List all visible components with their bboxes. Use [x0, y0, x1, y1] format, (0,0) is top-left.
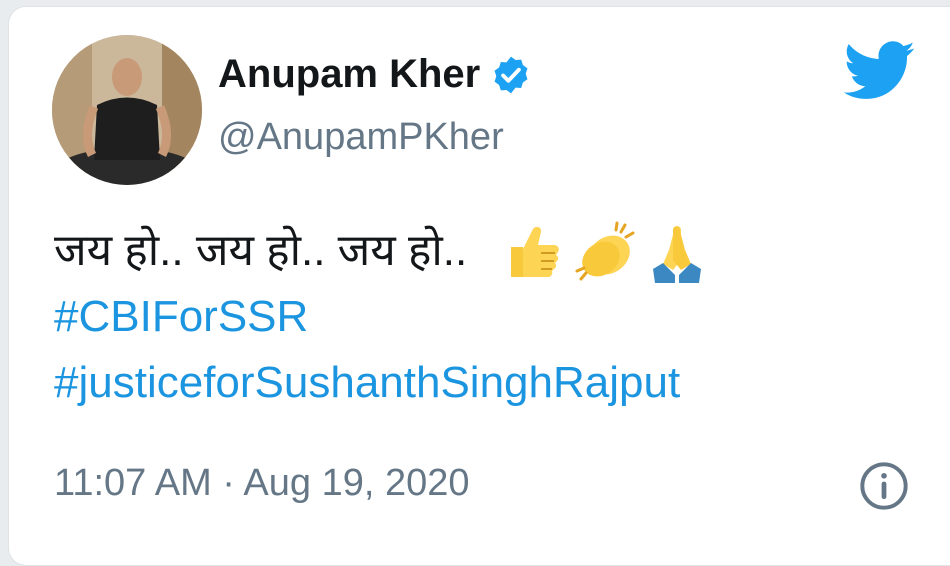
tweet-body: जय हो.. जय हो.. जय हो.. — [54, 226, 468, 275]
user-handle[interactable]: @AnupamPKher — [218, 116, 504, 159]
verified-badge-icon — [490, 54, 532, 96]
hashtag-link[interactable]: #justiceforSushanthSinghRajput — [54, 350, 709, 416]
tweet-text: जय हो.. जय हो.. जय हो.. #CBIForSSR #just… — [54, 218, 709, 416]
user-name[interactable]: Anupam Kher — [218, 52, 480, 97]
tweet-text-line: जय हो.. जय हो.. जय हो.. — [54, 218, 709, 284]
tweet-date[interactable]: Aug 19, 2020 — [243, 462, 469, 504]
clapping-hands-icon — [573, 219, 637, 283]
thumbs-up-icon — [501, 219, 565, 283]
twitter-bird-icon[interactable] — [843, 40, 916, 102]
tweet-timestamp[interactable]: 11:07 AM · Aug 19, 2020 — [54, 462, 470, 505]
folded-hands-icon — [645, 219, 709, 283]
user-name-row[interactable]: Anupam Kher — [218, 52, 532, 97]
hashtag-link[interactable]: #CBIForSSR — [54, 284, 709, 350]
meta-separator: · — [222, 462, 235, 504]
tweet-time[interactable]: 11:07 AM — [54, 462, 212, 504]
info-icon[interactable] — [858, 460, 910, 512]
avatar[interactable] — [52, 35, 202, 185]
